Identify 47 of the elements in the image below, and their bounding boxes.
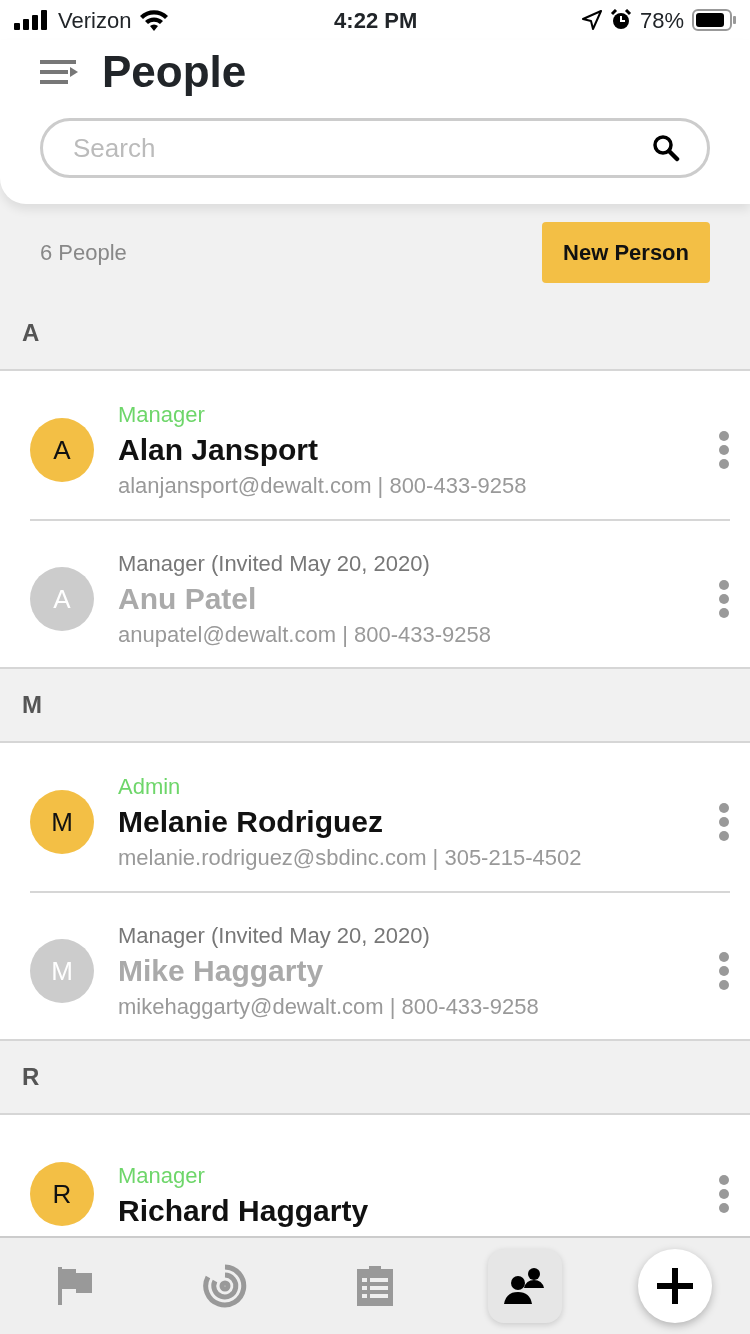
person-name: Alan Jansport — [118, 432, 320, 469]
avatar: A — [30, 418, 94, 482]
wifi-icon — [139, 9, 170, 31]
clipboard-icon — [357, 1266, 393, 1306]
target-icon — [202, 1263, 248, 1309]
role-label: Manager (Invited May 20, 2020) — [118, 922, 431, 951]
contact-info: alanjansport@dewalt.com | 800-433-9258 — [118, 471, 528, 500]
section-letter: R — [22, 1062, 40, 1092]
role-label: Manager — [118, 1161, 206, 1190]
battery-percent: 78% — [639, 6, 684, 35]
signal-icon — [14, 10, 50, 30]
contact-info: mikehaggarty@dewalt.com | 800-433-9258 — [118, 992, 540, 1021]
person-row[interactable]: M Admin Melanie Rodriguez melanie.rodriguez@sbdinc.com | 305-215-4502 — [30, 743, 730, 891]
person-name: Melanie Rodriguez — [118, 804, 385, 841]
battery-icon — [692, 9, 736, 31]
avatar: M — [30, 790, 94, 854]
more-options-icon[interactable] — [718, 580, 730, 618]
search-icon[interactable] — [652, 134, 680, 162]
alarm-clock-icon — [609, 9, 632, 31]
contact-info: anupatel@dewalt.com | 800-433-9258 — [118, 620, 492, 649]
role-label: Admin — [118, 773, 182, 802]
people-count: 6 People — [40, 239, 127, 267]
person-row[interactable]: A Manager Alan Jansport alanjansport@dewalt.com | 800-433-9258 — [30, 371, 730, 519]
clock-time: 4:22 PM — [334, 6, 418, 35]
new-person-button[interactable]: New Person — [542, 222, 710, 283]
more-options-icon[interactable] — [718, 1175, 730, 1213]
role-label: Manager (Invited May 20, 2020) — [118, 550, 431, 579]
location-arrow-icon — [581, 10, 602, 30]
more-options-icon[interactable] — [718, 803, 730, 841]
section-letter: A — [22, 318, 40, 348]
role-label: Manager — [118, 401, 206, 430]
person-name: Anu Patel — [118, 581, 258, 618]
contact-info: melanie.rodriguez@sbdinc.com | 305-215-4502 — [118, 843, 583, 872]
plus-icon — [657, 1268, 693, 1304]
avatar: R — [30, 1162, 94, 1226]
more-options-icon[interactable] — [718, 952, 730, 990]
more-options-icon[interactable] — [718, 431, 730, 469]
add-button[interactable] — [638, 1249, 712, 1323]
carrier-name: Verizon — [58, 6, 132, 35]
menu-icon[interactable] — [40, 59, 78, 85]
flag-icon — [58, 1267, 92, 1305]
tab-button[interactable] — [488, 1249, 562, 1323]
search-field[interactable]: Search — [40, 118, 710, 178]
person-name: Mike Haggarty — [118, 953, 325, 990]
page-title: People — [102, 50, 247, 94]
person-name: Richard Haggarty — [118, 1192, 370, 1229]
section-letter: M — [22, 690, 42, 720]
